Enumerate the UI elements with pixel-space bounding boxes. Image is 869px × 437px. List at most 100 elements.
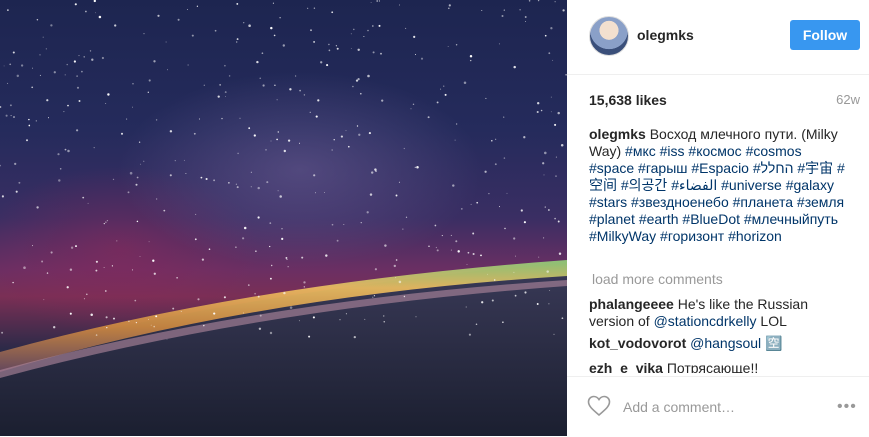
star [549,290,551,291]
star [523,136,526,139]
comment-mention[interactable]: @hangsoul [690,335,761,351]
star [358,133,361,136]
star [250,186,252,188]
star [469,54,473,58]
more-options-button[interactable]: ••• [837,398,857,416]
star [50,24,53,27]
star [134,299,137,302]
star [20,64,24,67]
post-detail-panel: olegmks Follow 15,638 likes 62w olegmks … [567,0,869,436]
star [157,14,160,17]
star [270,26,273,30]
star [73,60,77,63]
star [383,321,385,323]
star [153,272,156,275]
star [36,19,39,21]
star [542,162,545,165]
star [326,64,329,67]
star [544,206,546,208]
star [156,198,158,200]
star [152,259,155,262]
star [147,318,150,320]
star [224,64,226,67]
star [186,8,188,10]
comment-text-end: LOL [756,313,787,329]
star [155,119,158,121]
star [183,159,185,161]
star [324,192,325,194]
star [369,193,373,196]
star [352,85,354,88]
star [435,246,438,249]
follow-button[interactable]: Follow [790,20,860,50]
star [450,249,452,251]
star [112,178,115,181]
comment-input[interactable] [621,395,825,419]
star [269,331,273,335]
heart-outline-icon[interactable] [587,395,611,420]
star [14,162,17,166]
star [308,335,311,338]
star [554,123,557,126]
star [558,252,562,255]
star [98,15,102,19]
star [191,34,194,37]
caption-username[interactable]: olegmks [589,126,646,142]
star [143,160,145,162]
star [403,147,405,150]
star [501,15,504,17]
star [504,227,506,230]
star [205,177,208,181]
star [363,35,365,38]
star [176,276,178,279]
post-time[interactable]: 62w [836,92,860,107]
star [136,176,139,179]
star [266,181,269,184]
star [553,333,555,336]
comment-username[interactable]: ezh_e_vika [589,360,663,373]
star [360,92,362,95]
header-username[interactable]: olegmks [637,27,694,43]
star [31,245,34,247]
star [66,286,69,289]
star [289,88,292,91]
star [472,252,475,256]
likes-count[interactable]: 15,638 likes [589,92,667,108]
star [95,269,98,272]
star [169,174,172,177]
star [487,273,488,275]
star [69,312,72,315]
star [67,104,69,107]
star [544,34,547,37]
star [281,237,284,241]
star [174,159,176,162]
caption-hashtags[interactable]: #мкс #iss #космос #cosmos #space #гарыш … [589,143,845,244]
avatar[interactable] [589,16,629,56]
load-more-comments-link[interactable]: load more comments [592,271,723,287]
star [562,9,565,12]
star [455,44,458,46]
star [76,75,78,77]
star [138,141,141,143]
star [93,147,95,149]
star [131,106,134,108]
star [242,237,245,240]
star [310,29,312,32]
star [475,323,478,326]
star [53,71,56,74]
comment-username[interactable]: kot_vodovorot [589,335,686,351]
star [64,74,66,76]
star [384,244,387,247]
star [12,281,14,284]
comment-username[interactable]: phalangeeee [589,296,674,312]
star [513,271,515,273]
star [514,255,517,257]
post-photo[interactable] [0,0,567,436]
star [493,279,496,281]
star [111,265,114,267]
star [185,173,187,174]
star [447,45,449,48]
comment-mention[interactable]: @stationcdrkelly [654,313,757,329]
star [313,174,316,177]
star [104,290,107,292]
